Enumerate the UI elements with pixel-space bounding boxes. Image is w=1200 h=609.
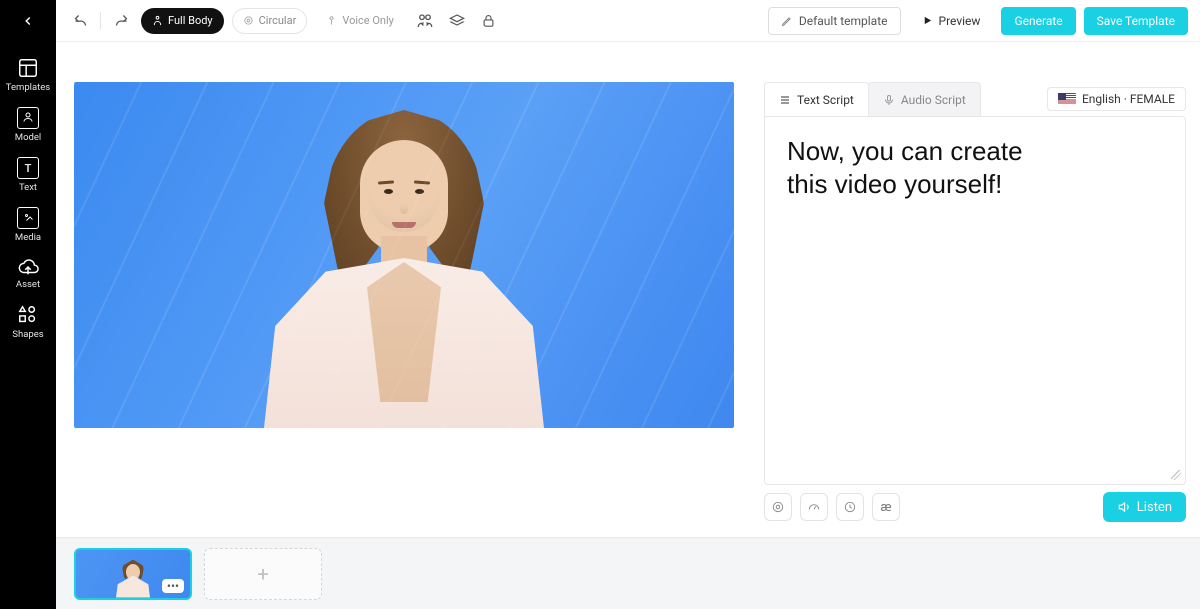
undo-button[interactable] (68, 9, 92, 33)
sparkle-icon (771, 500, 785, 514)
save-template-label: Save Template (1097, 14, 1175, 28)
templates-icon (17, 57, 39, 79)
pencil-icon (781, 15, 793, 27)
cloud-upload-icon (17, 257, 39, 279)
sidebar-item-model[interactable]: Model (0, 100, 56, 150)
ellipsis-icon: ••• (167, 579, 179, 593)
listen-label: Listen (1137, 500, 1172, 515)
voice-icon (326, 15, 337, 26)
list-icon (779, 94, 791, 106)
speaker-icon (1117, 500, 1131, 514)
app-root: Templates Model T Text Media Asset (0, 0, 1200, 609)
template-name-label: Default template (799, 14, 888, 28)
swap-presenter-button[interactable] (413, 9, 437, 33)
generate-button[interactable]: Generate (1001, 7, 1075, 35)
mode-voice-only[interactable]: Voice Only (315, 8, 405, 34)
script-footer: æ Listen (764, 485, 1186, 529)
timeline: ••• + (56, 537, 1200, 609)
speed-button[interactable] (800, 493, 828, 521)
sidebar-item-label: Asset (16, 279, 40, 290)
ai-assist-button[interactable] (764, 493, 792, 521)
flag-us-icon (1058, 93, 1076, 105)
layers-button[interactable] (445, 9, 469, 33)
preview-button[interactable]: Preview (909, 7, 994, 35)
sidebar-item-shapes[interactable]: Shapes (0, 297, 56, 347)
model-icon (17, 107, 39, 129)
lock-button[interactable] (477, 9, 501, 33)
workspace: Text Script Audio Script English · FEMAL… (56, 42, 1200, 537)
text-icon: T (17, 157, 39, 179)
mode-full-body[interactable]: Full Body (141, 8, 224, 34)
clock-icon (843, 500, 857, 514)
media-icon (17, 207, 39, 229)
preview-label: Preview (939, 14, 981, 28)
tab-label: Audio Script (901, 93, 966, 107)
slide-options-button[interactable]: ••• (162, 579, 184, 593)
mode-label: Voice Only (342, 14, 394, 27)
tab-label: Text Script (797, 93, 854, 107)
sidebar-item-templates[interactable]: Templates (0, 50, 56, 100)
undo-icon (73, 13, 88, 28)
swap-presenter-icon (416, 12, 434, 30)
main-area: Full Body Circular Voice Only (56, 0, 1200, 609)
chevron-left-icon (21, 14, 35, 28)
toolbar-separator (100, 12, 101, 30)
script-text[interactable]: Now, you can create this video yourself! (787, 135, 1163, 200)
tab-text-script[interactable]: Text Script (764, 82, 869, 116)
redo-button[interactable] (109, 9, 133, 33)
layers-icon (449, 13, 465, 29)
script-tabs: Text Script Audio Script English · FEMAL… (764, 82, 1186, 116)
mode-circular[interactable]: Circular (232, 8, 308, 34)
save-template-button[interactable]: Save Template (1084, 7, 1188, 35)
plus-icon: + (257, 562, 268, 586)
redo-icon (114, 13, 129, 28)
sidebar-item-label: Shapes (12, 329, 43, 340)
mode-label: Circular (259, 14, 297, 27)
microphone-icon (883, 94, 895, 106)
pause-button[interactable] (836, 493, 864, 521)
sidebar-item-label: Templates (6, 82, 50, 93)
mode-label: Full Body (168, 14, 213, 27)
slide-thumbnail-1[interactable]: ••• (74, 548, 192, 600)
sidebar-item-asset[interactable]: Asset (0, 250, 56, 297)
lock-icon (481, 13, 496, 28)
avatar-presenter[interactable] (274, 108, 534, 428)
ae-glyph-icon: æ (881, 500, 892, 515)
top-toolbar: Full Body Circular Voice Only (56, 0, 1200, 42)
script-editor[interactable]: Now, you can create this video yourself! (764, 116, 1186, 485)
left-sidebar: Templates Model T Text Media Asset (0, 0, 56, 609)
sidebar-item-text[interactable]: T Text (0, 150, 56, 200)
listen-button[interactable]: Listen (1103, 492, 1186, 522)
gauge-icon (807, 500, 821, 514)
resize-handle[interactable] (1171, 470, 1181, 480)
canvas-area (74, 82, 750, 529)
language-selector[interactable]: English · FEMALE (1047, 87, 1186, 111)
person-icon (152, 15, 163, 26)
language-label: English · FEMALE (1082, 92, 1175, 106)
shapes-icon (17, 304, 39, 326)
video-canvas[interactable] (74, 82, 734, 428)
script-panel: Text Script Audio Script English · FEMAL… (764, 82, 1186, 529)
sidebar-item-media[interactable]: Media (0, 200, 56, 250)
tab-audio-script[interactable]: Audio Script (868, 82, 981, 116)
template-name-button[interactable]: Default template (768, 7, 901, 35)
sidebar-item-label: Media (15, 232, 41, 243)
back-button[interactable] (8, 6, 48, 36)
play-icon (922, 15, 933, 26)
pronunciation-button[interactable]: æ (872, 493, 900, 521)
circle-icon (243, 15, 254, 26)
sidebar-item-label: Text (19, 182, 37, 193)
sidebar-item-label: Model (15, 132, 41, 143)
generate-label: Generate (1014, 14, 1062, 28)
add-slide-button[interactable]: + (204, 548, 322, 600)
